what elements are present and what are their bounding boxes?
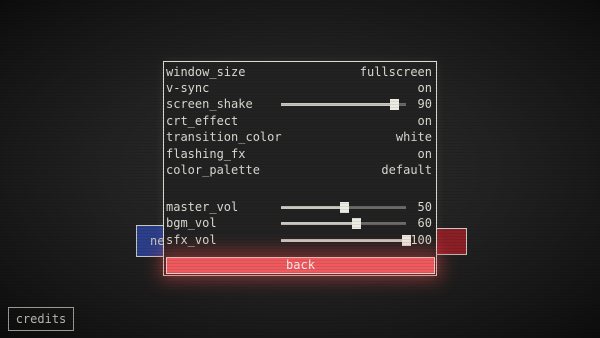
setting-sfx-vol[interactable]: sfx_vol 100	[166, 232, 432, 248]
setting-transition-color[interactable]: transition_color white	[166, 129, 432, 145]
setting-label: crt_effect	[166, 114, 239, 128]
bgm-vol-slider[interactable]	[281, 218, 406, 229]
setting-flashing-fx[interactable]: flashing_fx on	[166, 146, 432, 162]
setting-window-size[interactable]: window_size fullscreen	[166, 64, 432, 80]
setting-master-vol[interactable]: master_vol 50	[166, 199, 432, 215]
setting-label: flashing_fx	[166, 147, 246, 161]
setting-label: bgm_vol	[166, 216, 217, 230]
setting-label: window_size	[166, 65, 246, 79]
slider-fill	[281, 103, 394, 106]
setting-value: default	[381, 163, 432, 177]
slider-fill	[281, 239, 406, 242]
setting-value: white	[395, 130, 432, 144]
setting-value: on	[417, 114, 432, 128]
setting-label: master_vol	[166, 200, 239, 214]
setting-bgm-vol[interactable]: bgm_vol 60	[166, 215, 432, 231]
slider-handle[interactable]	[339, 202, 349, 213]
slider-fill	[281, 222, 356, 225]
setting-label: transition_color	[166, 130, 282, 144]
slider-fill	[281, 206, 344, 209]
setting-color-palette[interactable]: color_palette default	[166, 162, 432, 178]
master-vol-slider[interactable]	[281, 202, 406, 213]
setting-value: 60	[417, 216, 432, 230]
slider-handle[interactable]	[352, 218, 361, 229]
setting-value: 90	[417, 97, 432, 111]
setting-v-sync[interactable]: v-sync on	[166, 80, 432, 96]
setting-value: 50	[417, 200, 432, 214]
setting-value: fullscreen	[359, 65, 432, 79]
setting-crt-effect[interactable]: crt_effect on	[166, 113, 432, 129]
setting-label: screen_shake	[166, 97, 253, 111]
sfx-vol-slider[interactable]	[281, 235, 411, 246]
setting-label: v-sync	[166, 81, 210, 95]
credits-button[interactable]: credits	[8, 307, 74, 331]
setting-label: sfx_vol	[166, 233, 217, 247]
setting-value: 100	[410, 233, 432, 247]
slider-handle[interactable]	[389, 99, 399, 110]
back-button[interactable]: back	[166, 257, 435, 274]
setting-screen-shake[interactable]: screen_shake 90	[166, 96, 432, 112]
setting-value: on	[417, 81, 432, 95]
screen-shake-slider[interactable]	[281, 99, 406, 110]
setting-value: on	[417, 147, 432, 161]
setting-label: color_palette	[166, 163, 260, 177]
